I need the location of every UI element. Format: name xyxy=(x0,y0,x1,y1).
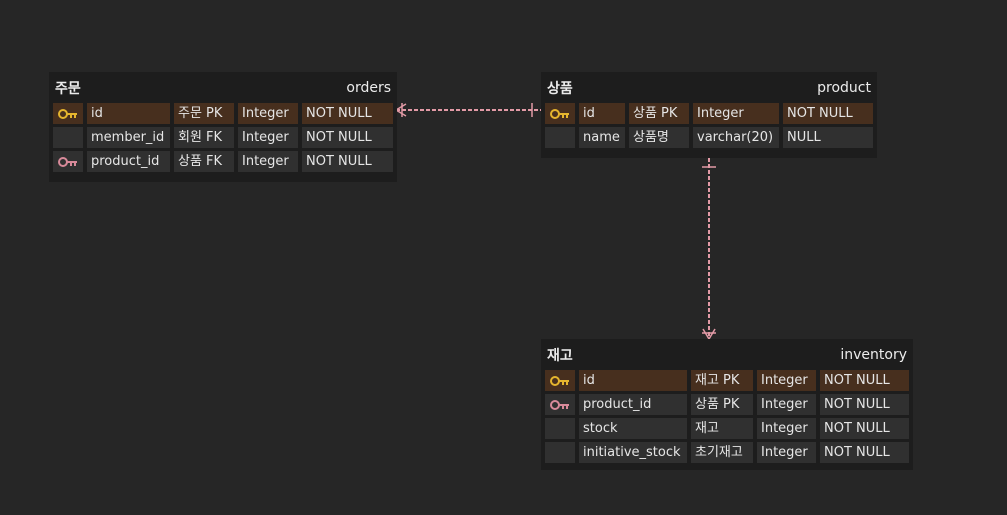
entity-display-name: 재고 xyxy=(547,347,573,364)
relation-product-inventory[interactable] xyxy=(702,158,716,340)
entity-display-name: 주문 xyxy=(55,80,81,97)
relation-product-orders[interactable] xyxy=(395,103,541,117)
key-cell xyxy=(545,127,575,148)
column-nullable: NOT NULL xyxy=(820,370,909,391)
column-type: Integer xyxy=(238,127,298,148)
entity-table-name: inventory xyxy=(840,346,907,363)
column-comment: 상품 PK xyxy=(691,394,753,415)
column-nullable: NOT NULL xyxy=(820,394,909,415)
column-comment: 상품 PK xyxy=(629,103,689,124)
key-cell xyxy=(53,151,83,172)
column-name: name xyxy=(579,127,625,148)
entity-orders[interactable]: 주문 orders id 주문 PK Integer NOT NULL memb… xyxy=(49,72,397,182)
column-comment: 주문 PK xyxy=(174,103,234,124)
column-type: Integer xyxy=(693,103,779,124)
entity-product[interactable]: 상품 product id 상품 PK Integer NOT NULL nam… xyxy=(541,72,877,158)
key-cell xyxy=(53,127,83,148)
key-cell xyxy=(545,394,575,415)
column-name: product_id xyxy=(579,394,687,415)
fk-key-icon xyxy=(58,156,77,167)
column-name: id xyxy=(579,103,625,124)
column-nullable: NOT NULL xyxy=(820,418,909,439)
column-row[interactable]: id 상품 PK Integer NOT NULL xyxy=(545,103,873,124)
key-cell xyxy=(53,103,83,124)
column-row[interactable]: product_id 상품 FK Integer NOT NULL xyxy=(53,151,393,172)
entity-table-name: orders xyxy=(346,79,391,96)
column-type: Integer xyxy=(238,103,298,124)
column-type: Integer xyxy=(757,418,816,439)
column-row[interactable]: stock 재고 Integer NOT NULL xyxy=(545,418,909,439)
column-nullable: NOT NULL xyxy=(783,103,873,124)
column-type: varchar(20) xyxy=(693,127,779,148)
fk-key-icon xyxy=(550,399,569,410)
pk-key-icon xyxy=(550,108,569,119)
entity-header: 재고 inventory xyxy=(545,339,909,370)
column-comment: 재고 PK xyxy=(691,370,753,391)
column-comment: 회원 FK xyxy=(174,127,234,148)
column-name: stock xyxy=(579,418,687,439)
column-name: member_id xyxy=(87,127,170,148)
pk-key-icon xyxy=(58,108,77,119)
column-nullable: NOT NULL xyxy=(302,103,393,124)
column-comment: 상품명 xyxy=(629,127,689,148)
key-cell xyxy=(545,442,575,463)
column-name: product_id xyxy=(87,151,170,172)
column-comment: 초기재고 xyxy=(691,442,753,463)
column-name: id xyxy=(579,370,687,391)
entity-inventory[interactable]: 재고 inventory id 재고 PK Integer NOT NULL p… xyxy=(541,339,913,470)
column-nullable: NOT NULL xyxy=(302,127,393,148)
column-name: initiative_stock xyxy=(579,442,687,463)
column-nullable: NULL xyxy=(783,127,873,148)
column-type: Integer xyxy=(757,442,816,463)
key-cell xyxy=(545,103,575,124)
column-nullable: NOT NULL xyxy=(820,442,909,463)
column-row[interactable]: product_id 상품 PK Integer NOT NULL xyxy=(545,394,909,415)
column-name: id xyxy=(87,103,170,124)
column-row[interactable]: member_id 회원 FK Integer NOT NULL xyxy=(53,127,393,148)
column-type: Integer xyxy=(757,394,816,415)
entity-display-name: 상품 xyxy=(547,80,573,97)
column-row[interactable]: initiative_stock 초기재고 Integer NOT NULL xyxy=(545,442,909,463)
column-type: Integer xyxy=(238,151,298,172)
column-comment: 상품 FK xyxy=(174,151,234,172)
column-comment: 재고 xyxy=(691,418,753,439)
entity-table-name: product xyxy=(817,79,871,96)
column-nullable: NOT NULL xyxy=(302,151,393,172)
key-cell xyxy=(545,418,575,439)
key-cell xyxy=(545,370,575,391)
pk-key-icon xyxy=(550,375,569,386)
entity-header: 상품 product xyxy=(545,72,873,103)
erd-canvas[interactable]: 주문 orders id 주문 PK Integer NOT NULL memb… xyxy=(0,0,1007,515)
column-row[interactable]: id 주문 PK Integer NOT NULL xyxy=(53,103,393,124)
column-type: Integer xyxy=(757,370,816,391)
column-row[interactable]: name 상품명 varchar(20) NULL xyxy=(545,127,873,148)
entity-header: 주문 orders xyxy=(53,72,393,103)
column-row[interactable]: id 재고 PK Integer NOT NULL xyxy=(545,370,909,391)
